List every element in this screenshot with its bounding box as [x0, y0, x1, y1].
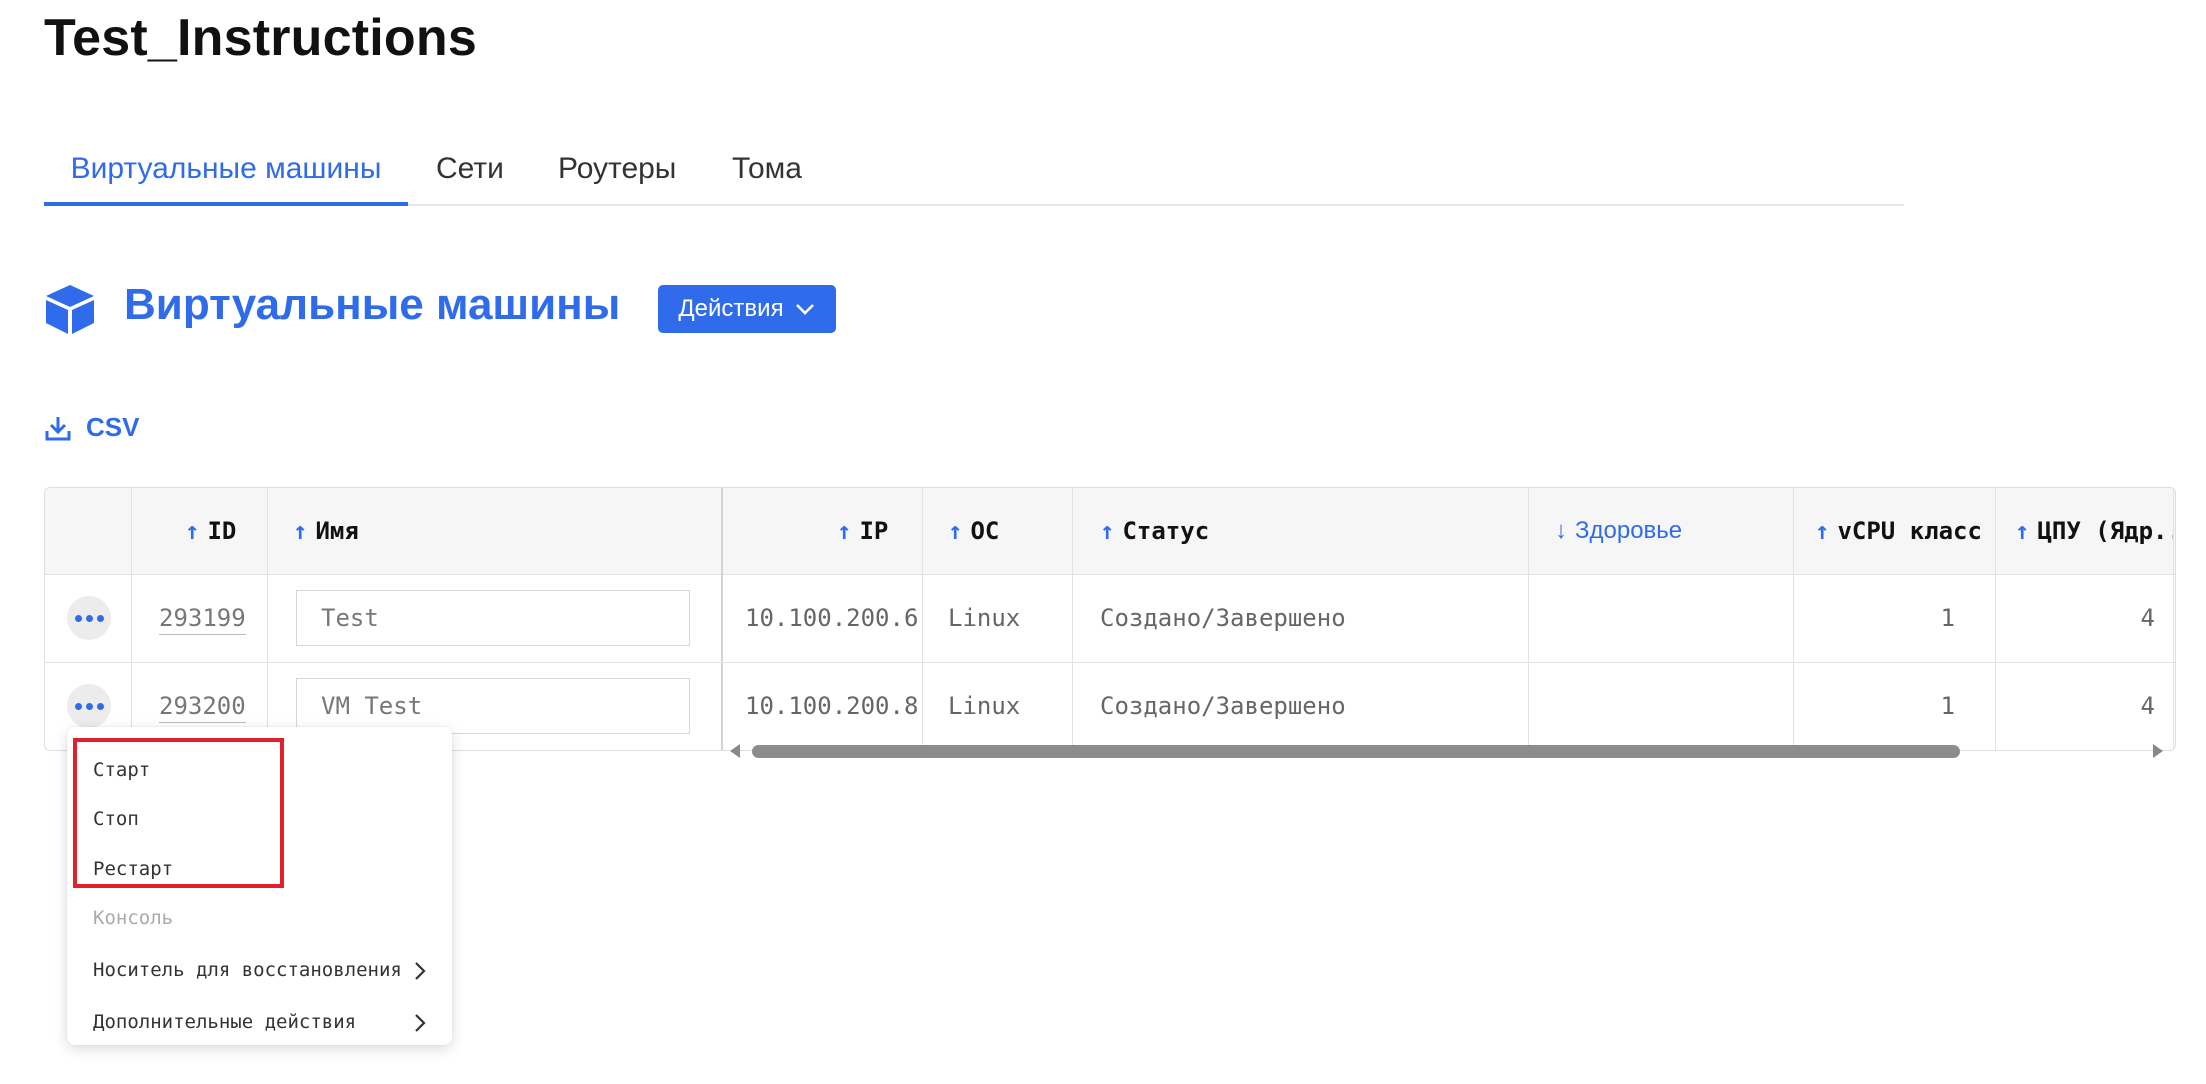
dot-icon	[85, 702, 93, 710]
menu-item-start[interactable]: Старт	[93, 759, 150, 781]
column-divider	[1072, 488, 1073, 750]
row-context-menu: Старт Стоп Рестарт Консоль Носитель для …	[67, 727, 452, 1045]
column-divider	[131, 488, 132, 750]
tab-bar: Виртуальные машины Сети Роутеры Тома	[44, 144, 1904, 206]
sort-asc-icon: ↑	[948, 517, 963, 545]
cell-id: 293199	[159, 604, 246, 635]
sort-desc-icon: ↓	[1555, 517, 1567, 544]
cell-ip: 10.100.200.6	[745, 604, 919, 632]
column-divider	[922, 488, 923, 750]
column-header-id[interactable]: ↑ ID	[185, 488, 236, 574]
menu-item-restart[interactable]: Рестарт	[93, 858, 173, 880]
dot-icon	[74, 614, 82, 622]
column-header-os[interactable]: ↑ ОС	[948, 488, 999, 574]
column-divider	[267, 488, 268, 750]
dot-icon	[96, 702, 104, 710]
vm-name-field[interactable]: Test	[296, 590, 690, 646]
cell-vcpu-class: 1	[1940, 692, 1955, 720]
vm-table: ↑ ID ↑ Имя ↑ IP ↑ ОС ↑ Статус ↓ Здоровье ↑ vCPU…	[44, 487, 2176, 751]
column-header-label: IP	[859, 517, 889, 545]
column-header-ip[interactable]: ↑ IP	[837, 488, 888, 574]
chevron-down-icon	[795, 304, 814, 315]
row-actions-button[interactable]	[67, 596, 111, 640]
column-header-label: vCPU класс	[1837, 517, 1982, 545]
column-header-name[interactable]: ↑ Имя	[293, 488, 359, 574]
tab-networks[interactable]: Сети	[436, 144, 504, 204]
column-divider	[2173, 488, 2174, 750]
cell-status: Создано/Завершено	[1100, 692, 1346, 720]
cell-os: Linux	[948, 692, 1021, 720]
sort-asc-icon: ↑	[1815, 517, 1830, 545]
menu-item-label: Носитель для восстановления	[93, 959, 402, 981]
cell-vcpu-class: 1	[1940, 604, 1955, 632]
cell-os: Linux	[948, 604, 1021, 632]
column-header-health[interactable]: ↓ Здоровье	[1555, 488, 1682, 574]
column-header-status[interactable]: ↑ Статус	[1100, 488, 1209, 574]
column-header-label: Имя	[315, 517, 359, 545]
column-header-label: Статус	[1122, 517, 1210, 545]
cube-icon	[46, 285, 94, 334]
menu-item-console: Консоль	[93, 907, 174, 929]
tab-routers[interactable]: Роутеры	[558, 144, 676, 204]
dot-icon	[96, 614, 104, 622]
actions-button-label: Действия	[678, 295, 784, 322]
column-header-label: ОС	[970, 517, 1000, 545]
dot-icon	[85, 614, 93, 622]
vm-id-link[interactable]: 293199	[159, 604, 246, 635]
sort-asc-icon: ↑	[1100, 517, 1115, 545]
sort-asc-icon: ↑	[837, 517, 852, 545]
scroll-right-arrow[interactable]	[2153, 744, 2163, 758]
scroll-left-arrow[interactable]	[730, 744, 740, 758]
row-actions-button[interactable]	[67, 684, 111, 728]
menu-item-more-actions[interactable]: Дополнительные действия	[93, 1011, 433, 1033]
section-title: Виртуальные машины	[124, 280, 621, 329]
csv-label: CSV	[86, 412, 140, 442]
column-header-vcpu-class[interactable]: ↑ vCPU класс	[1815, 488, 1982, 574]
actions-dropdown-button[interactable]: Действия	[658, 285, 836, 333]
cell-status: Создано/Завершено	[1100, 604, 1346, 632]
menu-item-label: Дополнительные действия	[93, 1011, 357, 1033]
tab-virtual-machines[interactable]: Виртуальные машины	[44, 144, 408, 206]
csv-export-link[interactable]: CSV	[44, 412, 139, 443]
cell-cpu: 4	[2140, 604, 2155, 632]
cell-cpu: 4	[2140, 692, 2155, 720]
column-header-cpu[interactable]: ↑ЦПУ (Ядр...	[2015, 488, 2173, 574]
dot-icon	[74, 702, 82, 710]
sort-asc-icon: ↑	[2015, 517, 2030, 545]
chevron-right-icon	[415, 962, 426, 980]
chevron-right-icon	[415, 1014, 426, 1032]
page-title: Test_Instructions	[44, 9, 477, 67]
vm-name-field[interactable]: VM Test	[296, 678, 690, 734]
vm-id-link[interactable]: 293200	[159, 692, 246, 723]
sort-asc-icon: ↑	[293, 517, 308, 545]
row-divider	[45, 662, 2175, 663]
sort-asc-icon: ↑	[185, 517, 200, 545]
column-header-label: ID	[207, 517, 237, 545]
column-divider	[1793, 488, 1794, 750]
column-divider	[721, 488, 723, 750]
column-header-label: Здоровье	[1575, 517, 1683, 544]
cell-id: 293200	[159, 692, 246, 723]
menu-item-rescue-media[interactable]: Носитель для восстановления	[93, 959, 433, 981]
download-icon	[45, 416, 71, 440]
column-header-label: ЦПУ (Ядр...	[2037, 517, 2173, 545]
menu-item-stop[interactable]: Стоп	[93, 808, 139, 830]
column-divider	[1528, 488, 1529, 750]
column-divider	[1995, 488, 1996, 750]
horizontal-scrollbar-thumb[interactable]	[752, 745, 1960, 758]
tab-volumes[interactable]: Тома	[732, 144, 802, 204]
cell-ip: 10.100.200.8	[745, 692, 919, 720]
